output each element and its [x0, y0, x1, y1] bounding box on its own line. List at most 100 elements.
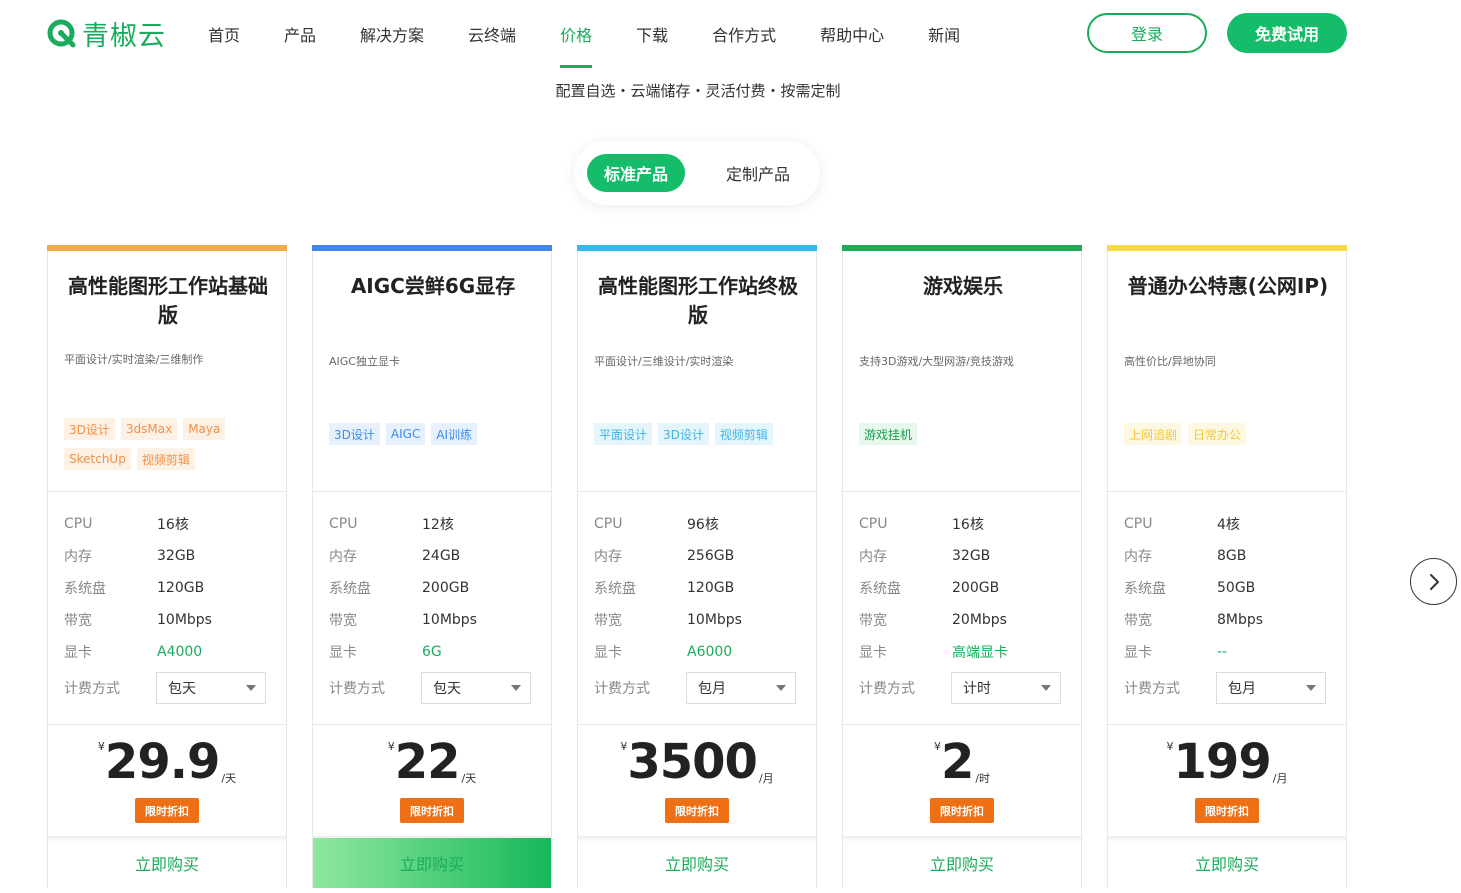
price-value: 3500	[627, 734, 758, 790]
card-tags: 3D设计 3dsMax Maya SketchUp 视频剪辑	[64, 418, 274, 470]
price: ¥ 29.9 /天	[48, 734, 286, 790]
spec-label: 内存	[64, 549, 92, 565]
billing-label: 计费方式	[594, 681, 650, 697]
spec-label: 显卡	[594, 645, 622, 661]
spec-value: 50GB	[1217, 580, 1256, 596]
spec-row-bandwidth: 带宽 10Mbps	[594, 610, 804, 630]
nav-item[interactable]: 产品	[262, 0, 338, 68]
spec-row-system-disk: 系统盘 200GB	[859, 578, 1069, 598]
feature-tag: 视频剪辑	[136, 448, 195, 470]
discount-badge: 限时折扣	[135, 798, 199, 823]
spec-value: 16核	[157, 517, 189, 533]
card-tags: 3D设计 AIGC AI训练	[329, 423, 539, 445]
buy-now-button[interactable]: 立即购买	[1108, 838, 1346, 888]
spec-value: 96核	[687, 517, 719, 533]
billing-select-value: 包天	[433, 681, 461, 697]
nav-item[interactable]: 帮助中心	[798, 0, 906, 68]
spec-value: 10Mbps	[687, 612, 742, 628]
tab-standard-products[interactable]: 标准产品	[587, 154, 685, 192]
price-unit: /月	[758, 772, 774, 785]
spec-row-gpu: 显卡 A6000	[594, 642, 804, 662]
card-title: AIGC尝鲜6G显存	[350, 274, 516, 298]
feature-tag: 3D设计	[64, 418, 115, 440]
next-arrow-button[interactable]	[1410, 558, 1457, 605]
spec-value: 10Mbps	[422, 612, 477, 628]
spec-label: CPU	[859, 516, 888, 532]
card-tags: 游戏挂机	[859, 423, 1069, 445]
logo[interactable]: 青椒云	[46, 14, 166, 53]
spec-row-cpu: CPU 16核	[64, 514, 274, 534]
billing-label: 计费方式	[859, 681, 915, 697]
spec-row-bandwidth: 带宽 10Mbps	[64, 610, 274, 630]
spec-label: CPU	[329, 516, 358, 532]
buy-now-button[interactable]: 立即购买	[843, 838, 1081, 888]
page-subtitle: 配置自选・云端储存・灵活付费・按需定制	[555, 82, 841, 100]
spec-value: A4000	[157, 644, 203, 660]
spec-row-gpu: 显卡 --	[1124, 642, 1334, 662]
nav-item[interactable]: 云终端	[446, 0, 538, 68]
buy-now-button[interactable]: 立即购买	[48, 838, 286, 888]
spec-label: 显卡	[1124, 645, 1152, 661]
divider	[578, 491, 816, 492]
spec-label: 内存	[1124, 549, 1152, 565]
billing-select[interactable]: 包天	[421, 672, 531, 704]
tab-custom-products[interactable]: 定制产品	[706, 154, 810, 192]
spec-row-gpu: 显卡 6G	[329, 642, 539, 662]
nav-item[interactable]: 解决方案	[338, 0, 446, 68]
buy-now-button[interactable]: 立即购买	[578, 838, 816, 888]
spec-row-cpu: CPU 96核	[594, 514, 804, 534]
spec-row-system-disk: 系统盘 200GB	[329, 578, 539, 598]
card-top-bar	[842, 245, 1082, 251]
billing-select[interactable]: 计时	[951, 672, 1061, 704]
price-unit: /天	[221, 772, 237, 785]
spec-label: 内存	[329, 549, 357, 565]
nav-item[interactable]: 价格	[538, 0, 614, 68]
spec-row-memory: 内存 256GB	[594, 546, 804, 566]
spec-label: 带宽	[64, 613, 92, 629]
caret-down-icon	[1306, 685, 1316, 691]
spec-value: 32GB	[157, 548, 196, 564]
nav-item[interactable]: 下载	[614, 0, 690, 68]
divider	[313, 724, 551, 725]
currency-symbol: ¥	[1166, 740, 1174, 753]
spec-value: 8Mbps	[1217, 612, 1264, 628]
spec-label: 内存	[859, 549, 887, 565]
billing-select[interactable]: 包天	[156, 672, 266, 704]
spec-value: 200GB	[422, 580, 470, 596]
price: ¥ 22 /天	[313, 734, 551, 790]
nav-item[interactable]: 新闻	[906, 0, 982, 68]
spec-row-system-disk: 系统盘 50GB	[1124, 578, 1334, 598]
logo-icon	[46, 18, 78, 50]
pricing-card: 游戏娱乐 支持3D游戏/大型网游/竞技游戏 游戏挂机 CPU 16核 内存 32GB…	[842, 245, 1082, 888]
feature-tag: 3D设计	[329, 423, 380, 445]
price-unit: /时	[975, 772, 991, 785]
divider	[48, 491, 286, 492]
spec-value: 4核	[1217, 517, 1240, 533]
card-description: 平面设计/三维设计/实时渲染	[594, 355, 734, 368]
pricing-card: 高性能图形工作站终极版 平面设计/三维设计/实时渲染 平面设计 3D设计 视频剪辑 CP…	[577, 245, 817, 888]
spec-label: CPU	[64, 516, 93, 532]
nav-item[interactable]: 首页	[186, 0, 262, 68]
spec-value: 12核	[422, 517, 454, 533]
spec-value: --	[1217, 644, 1228, 660]
pricing-card: 普通办公特惠(公网IP) 高性价比/异地协同 上网追剧 日常办公 CPU 4核 内存 …	[1107, 245, 1347, 888]
spec-row-bandwidth: 带宽 10Mbps	[329, 610, 539, 630]
divider	[1108, 724, 1346, 725]
nav-item[interactable]: 合作方式	[690, 0, 798, 68]
currency-symbol: ¥	[387, 740, 395, 753]
spec-row-cpu: CPU 12核	[329, 514, 539, 534]
divider	[578, 724, 816, 725]
price: ¥ 2 /时	[843, 734, 1081, 790]
card-description: 支持3D游戏/大型网游/竞技游戏	[859, 355, 1014, 368]
card-top-bar	[47, 245, 287, 251]
buy-now-button[interactable]: 立即购买	[313, 838, 551, 888]
discount-badge: 限时折扣	[665, 798, 729, 823]
billing-select[interactable]: 包月	[1216, 672, 1326, 704]
billing-select[interactable]: 包月	[686, 672, 796, 704]
caret-down-icon	[1041, 685, 1051, 691]
spec-label: CPU	[594, 516, 623, 532]
currency-symbol: ¥	[620, 740, 628, 753]
spec-label: 系统盘	[594, 581, 636, 597]
login-button[interactable]: 登录	[1087, 13, 1207, 53]
free-trial-button[interactable]: 免费试用	[1227, 13, 1347, 53]
